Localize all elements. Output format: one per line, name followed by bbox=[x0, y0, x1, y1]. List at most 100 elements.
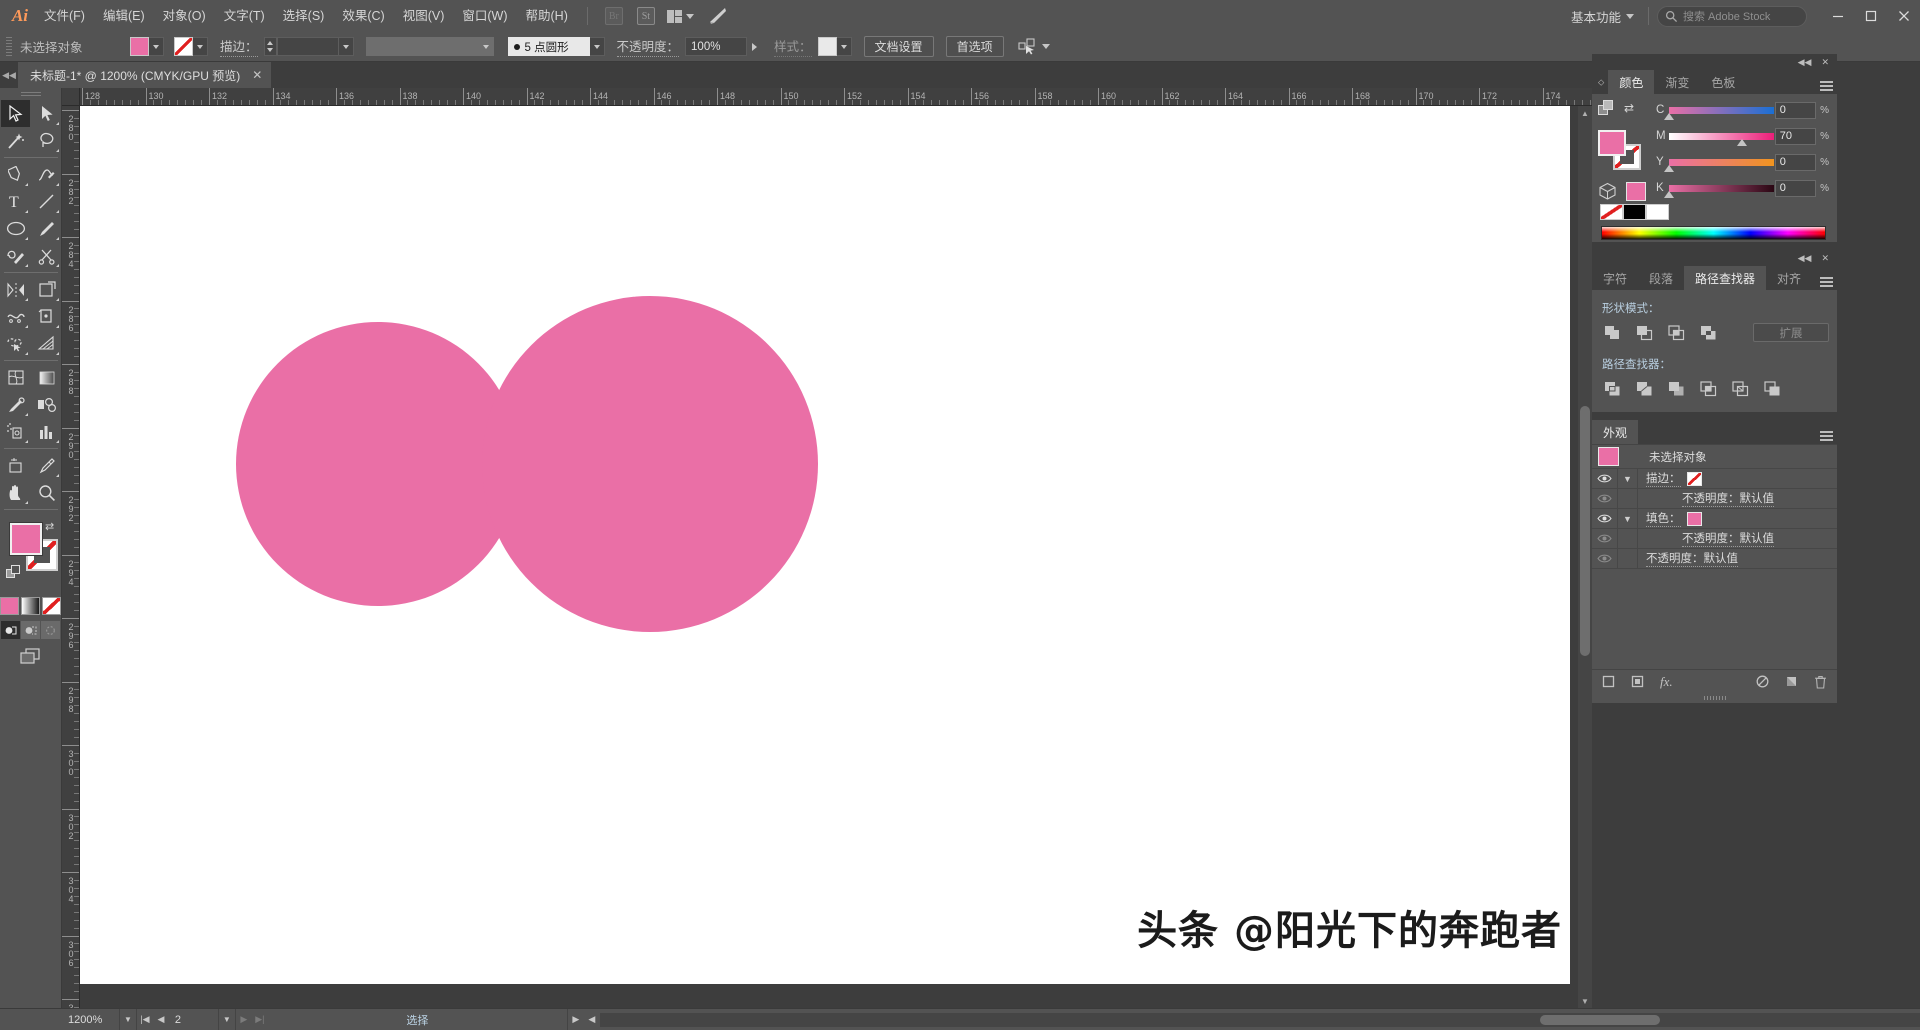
stroke-weight-stepper[interactable] bbox=[264, 37, 277, 56]
visibility-eye-icon-dim[interactable] bbox=[1592, 529, 1618, 549]
visibility-eye-icon[interactable] bbox=[1592, 509, 1618, 529]
scissors-tool[interactable] bbox=[32, 242, 61, 269]
scale-tool[interactable] bbox=[32, 276, 61, 303]
gradient-tool[interactable] bbox=[32, 364, 61, 391]
column-graph-tool[interactable] bbox=[32, 418, 61, 445]
appearance-row-object-opacity[interactable]: 不透明度：默认值 bbox=[1592, 549, 1837, 569]
brush-definition-field[interactable]: 5 点圆形 bbox=[508, 37, 590, 56]
panel-menu-icon[interactable] bbox=[1815, 70, 1837, 94]
symbol-sprayer-tool[interactable] bbox=[1, 418, 30, 445]
slider-track-y[interactable] bbox=[1669, 158, 1767, 167]
scroll-down-icon[interactable]: ▼ bbox=[1578, 994, 1592, 1008]
width-tool[interactable] bbox=[1, 303, 30, 330]
zoom-dropdown-chevron[interactable]: ▼ bbox=[120, 1009, 137, 1030]
minimize-button[interactable] bbox=[1821, 0, 1854, 32]
first-page-icon[interactable]: |◀ bbox=[137, 1014, 153, 1025]
opacity-expand-arrow[interactable] bbox=[747, 37, 762, 56]
stroke-profile-control[interactable] bbox=[366, 37, 494, 56]
eyedropper-tool[interactable] bbox=[1, 391, 30, 418]
close-button[interactable] bbox=[1887, 0, 1920, 32]
fill-dropdown-chevron[interactable] bbox=[149, 37, 164, 56]
fill-swatch[interactable] bbox=[1598, 130, 1626, 156]
appearance-row-fill-opacity[interactable]: 不透明度：默认值 bbox=[1592, 529, 1837, 549]
maximize-button[interactable] bbox=[1854, 0, 1887, 32]
graphic-style-swatch[interactable] bbox=[818, 37, 837, 56]
draw-behind-button[interactable] bbox=[21, 621, 40, 639]
artwork-circle-1[interactable] bbox=[236, 322, 520, 606]
rotate-tool[interactable] bbox=[1, 276, 30, 303]
fill-color-control[interactable] bbox=[130, 37, 164, 56]
minus-back-icon[interactable] bbox=[1762, 379, 1782, 398]
collapse-tabs-icon[interactable]: ◀◀ bbox=[0, 62, 18, 88]
artwork-circle-2[interactable] bbox=[482, 296, 818, 632]
stroke-profile-field[interactable] bbox=[366, 37, 479, 56]
bridge-button[interactable]: Br bbox=[602, 5, 626, 27]
zoom-level-field[interactable]: 1200% bbox=[62, 1009, 120, 1030]
line-segment-tool[interactable] bbox=[32, 188, 61, 215]
divide-icon[interactable] bbox=[1602, 379, 1622, 398]
menu-item-edit[interactable]: 编辑(E) bbox=[94, 0, 154, 32]
hand-tool[interactable] bbox=[1, 479, 30, 506]
stroke-weight-field[interactable] bbox=[277, 37, 339, 56]
vertical-ruler[interactable]: 2802822842862882902922942962983003023043… bbox=[62, 106, 80, 1008]
menu-item-type[interactable]: 文字(T) bbox=[215, 0, 274, 32]
swap-fill-stroke-icon[interactable]: ⇄ bbox=[45, 520, 54, 533]
panel-menu-icon[interactable] bbox=[1815, 420, 1837, 444]
disclosure-triangle-icon[interactable]: ▼ bbox=[1618, 469, 1638, 489]
current-color-swatch[interactable] bbox=[1626, 182, 1646, 201]
brush-icon[interactable] bbox=[704, 5, 732, 27]
default-fill-stroke-icon[interactable] bbox=[6, 565, 22, 586]
horizontal-ruler[interactable]: 1281301321341361381401421441461481501521… bbox=[80, 88, 1592, 106]
collapse-icon[interactable]: ◀◀ bbox=[1798, 254, 1812, 263]
scroll-up-icon[interactable]: ▲ bbox=[1578, 106, 1592, 120]
duplicate-item-icon[interactable] bbox=[1785, 675, 1798, 688]
menu-item-help[interactable]: 帮助(H) bbox=[517, 0, 577, 32]
collapse-icon[interactable]: ◀◀ bbox=[1798, 58, 1812, 67]
perspective-grid-tool[interactable] bbox=[32, 330, 61, 357]
channel-value-k[interactable]: 0 bbox=[1775, 180, 1816, 197]
chevron-down-icon[interactable] bbox=[1042, 44, 1050, 49]
ellipse-tool[interactable] bbox=[1, 215, 30, 242]
none-button[interactable] bbox=[42, 597, 61, 615]
selection-tool[interactable] bbox=[1, 100, 30, 127]
last-page-icon[interactable]: ▶| bbox=[252, 1014, 268, 1025]
expand-button[interactable]: 扩展 bbox=[1753, 323, 1829, 342]
appearance-target-row[interactable]: 未选择对象 bbox=[1592, 445, 1837, 469]
white-swatch[interactable] bbox=[1646, 204, 1669, 220]
fill-swatch-large[interactable] bbox=[10, 523, 42, 555]
color-spectrum-ramp[interactable] bbox=[1601, 226, 1826, 240]
tab-paragraph[interactable]: 段落 bbox=[1638, 266, 1684, 290]
graphic-style-control[interactable] bbox=[818, 37, 852, 56]
ruler-origin[interactable] bbox=[62, 88, 80, 106]
lasso-tool[interactable] bbox=[32, 127, 61, 154]
curvature-tool[interactable] bbox=[32, 161, 61, 188]
add-new-stroke-icon[interactable] bbox=[1602, 675, 1615, 688]
shape-builder-tool[interactable] bbox=[1, 330, 30, 357]
visibility-eye-icon[interactable] bbox=[1592, 469, 1618, 489]
cube-icon[interactable] bbox=[1598, 182, 1617, 201]
menu-item-object[interactable]: 对象(O) bbox=[154, 0, 215, 32]
exclude-icon[interactable] bbox=[1698, 323, 1718, 342]
panel-resize-grip[interactable] bbox=[1592, 693, 1837, 703]
fill-swatch[interactable] bbox=[130, 37, 149, 56]
tab-gradient[interactable]: 渐变 bbox=[1654, 70, 1700, 94]
two-merged-circles[interactable] bbox=[80, 106, 1570, 984]
graphic-style-chevron[interactable] bbox=[837, 37, 852, 56]
scrollbar-thumb[interactable] bbox=[1580, 406, 1590, 656]
status-menu-arrow[interactable]: ▶ bbox=[568, 1014, 584, 1025]
magic-wand-tool[interactable] bbox=[1, 127, 30, 154]
disclosure-triangle-icon[interactable]: ▼ bbox=[1618, 509, 1638, 529]
channel-value-y[interactable]: 0 bbox=[1775, 154, 1816, 171]
close-icon[interactable]: ✕ bbox=[1821, 254, 1829, 263]
tab-character[interactable]: 字符 bbox=[1592, 266, 1638, 290]
blend-tool[interactable] bbox=[32, 391, 61, 418]
status-text[interactable]: 选择 bbox=[268, 1009, 568, 1030]
target-swatch[interactable] bbox=[1598, 447, 1619, 466]
status-resize-arrow[interactable]: ◀ bbox=[584, 1014, 600, 1025]
free-transform-tool[interactable] bbox=[32, 303, 61, 330]
fill-swatch[interactable] bbox=[1687, 512, 1702, 526]
panel-menu-icon[interactable] bbox=[1815, 266, 1837, 290]
gradient-button[interactable] bbox=[21, 597, 40, 615]
visibility-eye-icon-dim[interactable] bbox=[1592, 549, 1618, 569]
stroke-swatch-none[interactable] bbox=[174, 37, 193, 56]
